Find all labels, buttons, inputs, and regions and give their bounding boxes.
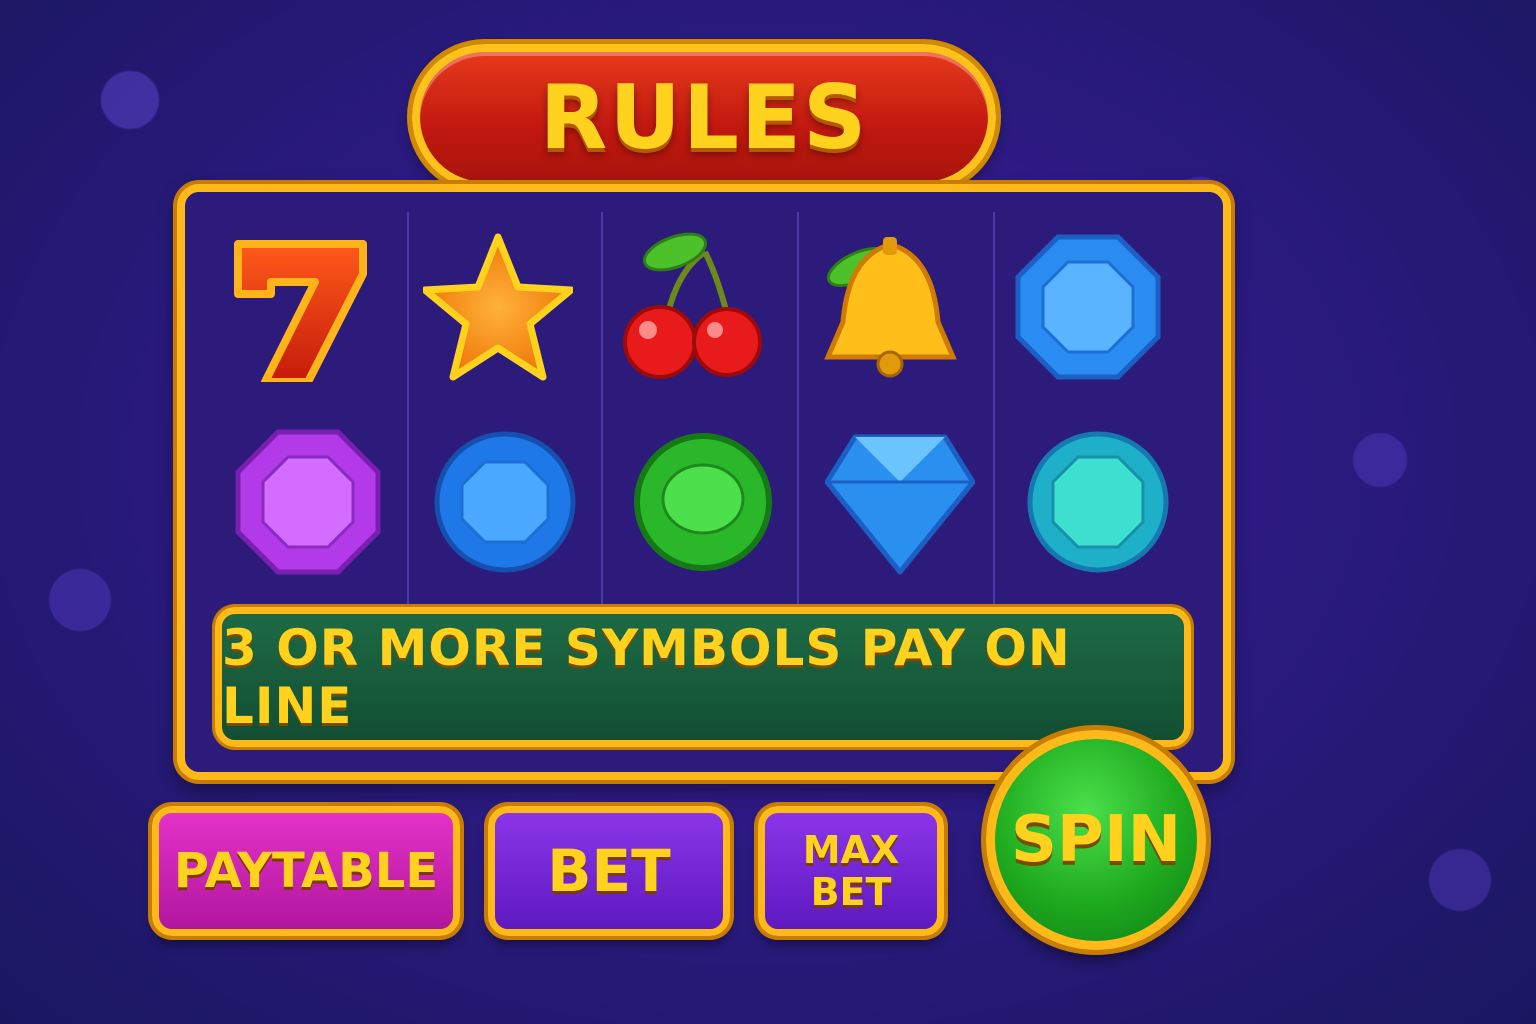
teal-gem-icon xyxy=(1023,427,1173,577)
blue-gem-icon xyxy=(1013,232,1163,382)
star-icon xyxy=(423,232,573,382)
max-bet-line1: MAX xyxy=(802,828,900,872)
rules-info-text: 3 OR MORE SYMBOLS PAY ON LINE xyxy=(222,619,1071,735)
page-title: RULES xyxy=(539,65,869,169)
cherry-icon xyxy=(615,232,765,382)
paytable-button-label: PAYTABLE xyxy=(173,843,439,899)
purple-gem-icon xyxy=(233,427,383,577)
bet-button-label: BET xyxy=(547,837,671,905)
green-gem-icon xyxy=(628,427,778,577)
max-bet-button[interactable]: MAX BET xyxy=(758,806,944,936)
blue-round-gem-icon xyxy=(430,427,580,577)
title-banner: RULES xyxy=(412,44,996,190)
paytable-button[interactable]: PAYTABLE xyxy=(152,806,460,936)
seven-icon xyxy=(223,232,373,382)
spin-button-label: SPIN xyxy=(1010,803,1182,877)
rules-info-bar: 3 OR MORE SYMBOLS PAY ON LINE xyxy=(215,607,1191,747)
reel-divider xyxy=(797,212,799,612)
diamond-icon xyxy=(825,427,975,577)
reel-divider xyxy=(407,212,409,612)
max-bet-line2: BET xyxy=(810,870,892,914)
max-bet-button-label: MAX BET xyxy=(803,829,900,913)
bell-icon xyxy=(813,232,963,382)
spin-button[interactable]: SPIN xyxy=(986,730,1206,950)
bet-button[interactable]: BET xyxy=(488,806,730,936)
reel-divider xyxy=(993,212,995,612)
reel-divider xyxy=(601,212,603,612)
